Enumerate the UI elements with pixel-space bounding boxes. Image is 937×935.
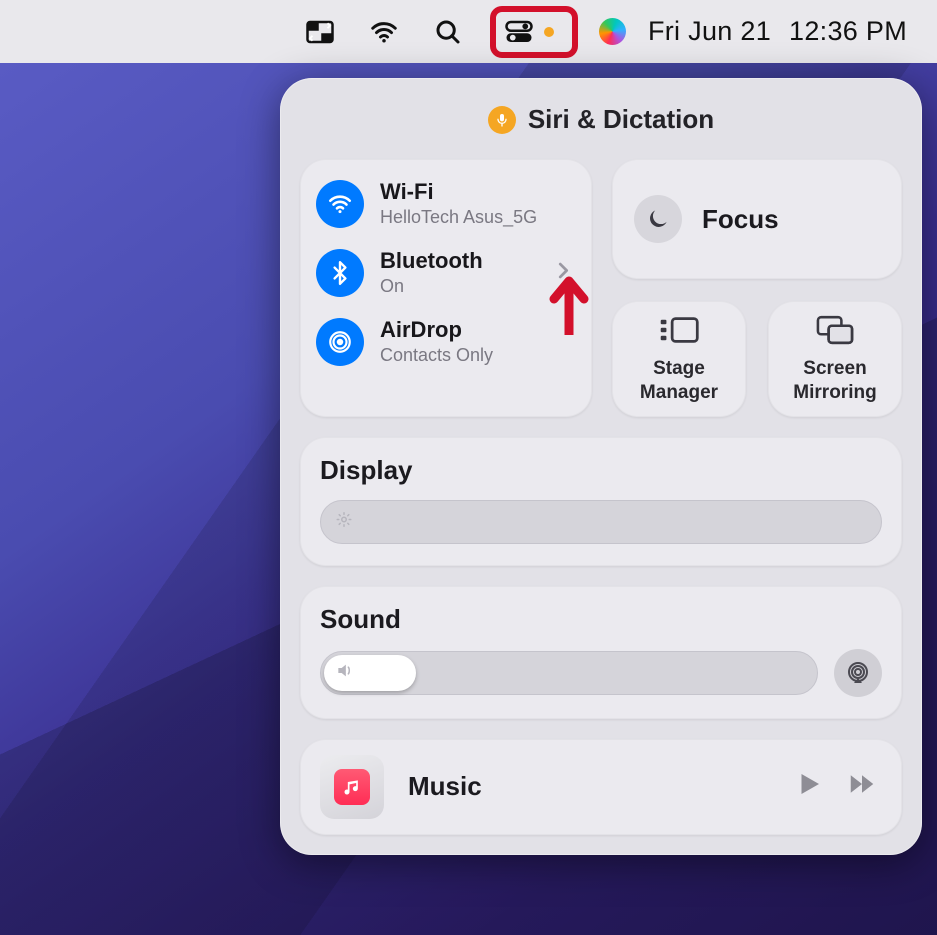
airdrop-toggle[interactable]: AirDrop Contacts Only xyxy=(314,311,578,372)
display-card: Display xyxy=(300,437,902,566)
bluetooth-toggle[interactable]: Bluetooth On xyxy=(314,242,578,303)
bluetooth-icon xyxy=(316,249,364,297)
airplay-icon xyxy=(846,661,870,685)
wifi-menubar-icon[interactable] xyxy=(362,10,406,54)
control-center-header-title: Siri & Dictation xyxy=(528,104,714,135)
sound-card: Sound xyxy=(300,586,902,719)
wifi-network-name: HelloTech Asus_5G xyxy=(380,207,537,228)
wifi-toggle[interactable]: Wi-Fi HelloTech Asus_5G xyxy=(314,173,578,234)
sound-title: Sound xyxy=(320,604,882,635)
control-center-menubar-button[interactable] xyxy=(490,6,578,58)
airdrop-status: Contacts Only xyxy=(380,345,493,366)
album-art xyxy=(320,755,384,819)
airdrop-icon xyxy=(316,318,364,366)
wifi-label: Wi-Fi xyxy=(380,179,537,205)
control-center-header[interactable]: Siri & Dictation xyxy=(300,98,902,139)
wifi-icon xyxy=(316,180,364,228)
speaker-icon xyxy=(335,660,355,685)
menubar-date: Fri Jun 21 xyxy=(648,16,771,47)
music-app-icon xyxy=(334,769,370,805)
now-playing-title: Music xyxy=(408,771,770,802)
focus-button[interactable]: Focus xyxy=(612,159,902,279)
bluetooth-status: On xyxy=(380,276,483,297)
next-track-button[interactable] xyxy=(842,769,882,804)
menu-bar: Fri Jun 21 12:36 PM xyxy=(0,0,937,63)
chevron-right-icon[interactable] xyxy=(552,259,574,286)
control-center-icon xyxy=(504,17,534,47)
sun-icon xyxy=(335,510,353,533)
screen-mirroring-label: Screen Mirroring xyxy=(793,357,876,405)
play-button[interactable] xyxy=(794,769,824,804)
display-title: Display xyxy=(320,455,882,486)
spotlight-search-icon[interactable] xyxy=(426,10,470,54)
now-playing-card[interactable]: Music xyxy=(300,739,902,835)
siri-menubar-icon[interactable] xyxy=(598,10,628,54)
menubar-time: 12:36 PM xyxy=(789,16,907,47)
screen-mirroring-icon xyxy=(813,313,857,347)
moon-icon xyxy=(634,195,682,243)
bluetooth-label: Bluetooth xyxy=(380,248,483,274)
stage-manager-button[interactable]: Stage Manager xyxy=(612,301,746,417)
volume-slider[interactable] xyxy=(320,651,818,695)
activity-indicator-dot xyxy=(544,27,554,37)
brightness-slider[interactable] xyxy=(320,500,882,544)
focus-label: Focus xyxy=(702,204,779,235)
screen-mirroring-button[interactable]: Screen Mirroring xyxy=(768,301,902,417)
airdrop-label: AirDrop xyxy=(380,317,493,343)
microphone-active-icon xyxy=(488,106,516,134)
stage-manager-label: Stage Manager xyxy=(640,357,718,405)
airplay-audio-button[interactable] xyxy=(834,649,882,697)
menubar-clock[interactable]: Fri Jun 21 12:36 PM xyxy=(648,16,907,47)
stage-manager-icon xyxy=(656,313,702,347)
connectivity-card: Wi-Fi HelloTech Asus_5G Bluetooth On xyxy=(300,159,592,417)
control-center-panel: Siri & Dictation Wi-Fi HelloTech Asus_5G… xyxy=(280,78,922,855)
keyboard-layout-icon[interactable] xyxy=(298,10,342,54)
